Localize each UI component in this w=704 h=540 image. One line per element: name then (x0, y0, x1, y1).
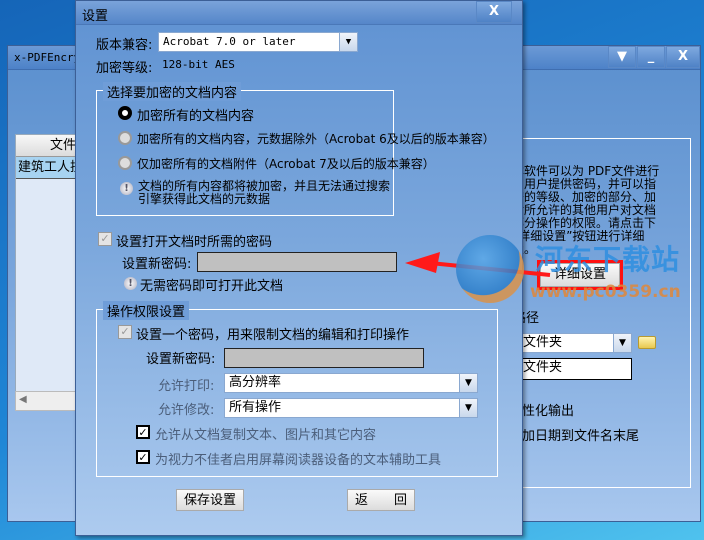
allow-print-select[interactable]: 高分辨率 ▼ (224, 373, 478, 393)
chevron-down-icon: ▼ (459, 399, 477, 417)
file-row[interactable]: 建筑工人技 (16, 157, 76, 179)
radio-encrypt-all-label[interactable]: 加密所有的文档内容 (137, 105, 254, 124)
chevron-down-icon: ▼ (339, 33, 357, 51)
file-list[interactable]: 文件 建筑工人技 (15, 134, 77, 402)
content-note: 文档的所有内容都将被加密，并且无法通过搜索引擎获得此文档的元数据 (138, 179, 391, 206)
open-new-password-label: 设置新密码: (122, 257, 192, 272)
back-button[interactable]: 返 回 (347, 489, 415, 511)
watermark-name: 河东下载站 (535, 243, 681, 276)
allow-print-value: 高分辨率 (229, 375, 282, 390)
info-icon: ! (120, 182, 133, 195)
open-password-checkbox[interactable]: ✓ (98, 232, 112, 246)
output-folder-input[interactable]: 文件夹 (518, 358, 632, 380)
allow-modify-select[interactable]: 所有操作 ▼ (224, 398, 478, 418)
minimize-button[interactable]: _ (637, 46, 665, 68)
radio-encrypt-all[interactable] (118, 106, 132, 120)
allow-copy-label[interactable]: 允许从文档复制文本、图片和其它内容 (155, 424, 376, 443)
encryption-level-label: 加密等级: (96, 61, 153, 76)
folder-icon[interactable] (638, 336, 656, 349)
permissions-password-label[interactable]: 设置一个密码，用来限制文档的编辑和打印操作 (136, 324, 409, 343)
open-password-input[interactable] (197, 252, 397, 272)
version-value: Acrobat 7.0 or later (163, 35, 296, 48)
watermark-url: www.pc0359.cn (530, 282, 681, 302)
dialog-title: 设置 (82, 9, 109, 24)
chevron-down-icon: ▼ (459, 374, 477, 392)
open-password-note: 无需密码即可打开此文档 (140, 279, 284, 294)
screen-reader-checkbox[interactable]: ✓ (136, 450, 150, 464)
file-column-header[interactable]: 文件 (16, 135, 76, 157)
allow-print-label: 允许打印: (158, 379, 215, 394)
permissions-new-password-label: 设置新密码: (146, 352, 216, 367)
open-password-label[interactable]: 设置打开文档时所需的密码 (116, 231, 272, 250)
radio-encrypt-attachments[interactable] (118, 156, 132, 170)
radio-encrypt-except-metadata-label[interactable]: 加密所有的文档内容，元数据除外（Acrobat 6及以后的版本兼容） (137, 130, 495, 147)
allow-modify-label: 允许修改: (158, 403, 215, 418)
dialog-close-button[interactable]: X (476, 1, 512, 23)
main-window-title: x-PDFEncry (14, 51, 81, 64)
screen-reader-label[interactable]: 为视力不佳者启用屏幕阅读器设备的文本辅助工具 (155, 449, 441, 468)
horizontal-scrollbar[interactable]: ◀ (15, 391, 77, 411)
radio-encrypt-except-metadata[interactable] (118, 131, 132, 145)
folder-combo[interactable]: 文件夹 ▼ (518, 333, 632, 353)
permissions-group-title: 操作权限设置 (103, 301, 190, 320)
menu-button[interactable]: ▼ (608, 46, 636, 68)
info-icon: ! (124, 277, 137, 290)
chevron-down-icon: ▼ (613, 334, 631, 352)
dialog-title-bar: 设置 X (76, 1, 522, 25)
close-button[interactable]: X (666, 46, 700, 68)
watermark-logo (456, 235, 524, 303)
permissions-password-checkbox[interactable]: ✓ (118, 325, 132, 339)
allow-copy-checkbox[interactable]: ✓ (136, 425, 150, 439)
encryption-level-value: 128-bit AES (162, 58, 235, 71)
save-settings-button[interactable]: 保存设置 (176, 489, 244, 511)
date-suffix-label: 加日期到文件名末尾 (522, 429, 640, 444)
version-label: 版本兼容: (96, 38, 153, 53)
output-label: 性化输出 (522, 404, 575, 419)
radio-encrypt-attachments-label[interactable]: 仅加密所有的文档附件（Acrobat 7及以后的版本兼容） (137, 155, 435, 172)
content-group-title: 选择要加密的文档内容 (103, 82, 242, 101)
version-select[interactable]: Acrobat 7.0 or later ▼ (158, 32, 358, 52)
folder-combo-value: 文件夹 (523, 335, 563, 350)
allow-modify-value: 所有操作 (229, 400, 282, 415)
permissions-password-input[interactable] (224, 348, 424, 368)
